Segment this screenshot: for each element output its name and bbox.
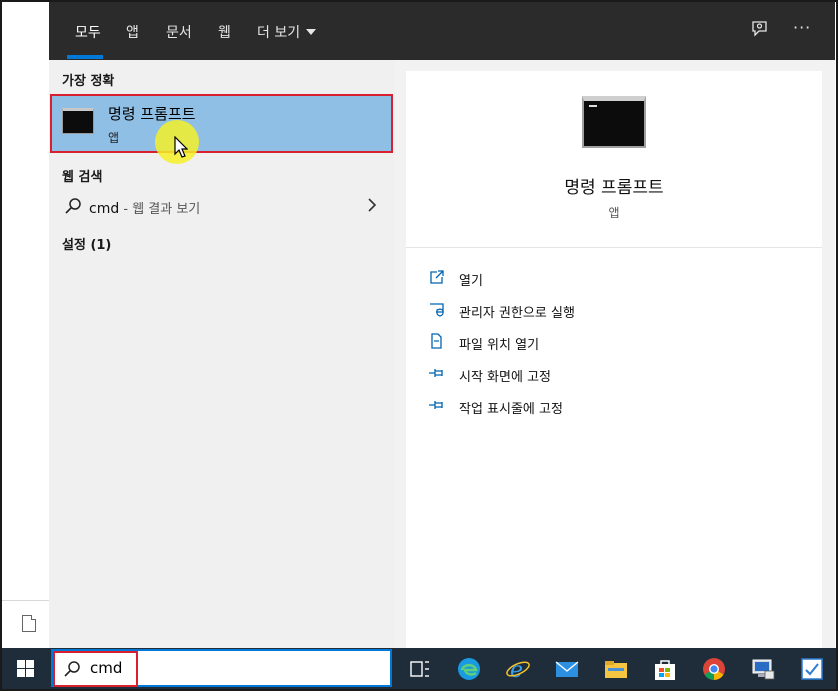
pin-icon [428, 396, 446, 414]
action-pin-to-taskbar-label: 작업 표시줄에 고정 [459, 402, 563, 417]
pin-icon [428, 364, 446, 382]
action-pin-to-start-label: 시작 화면에 고정 [459, 370, 551, 385]
start-button[interactable] [2, 648, 50, 689]
app-icon[interactable] [799, 656, 825, 682]
tab-web[interactable]: 웹 [218, 22, 231, 42]
windows-logo-icon [17, 660, 34, 677]
taskbar: e [2, 648, 836, 689]
action-open-label: 열기 [459, 274, 483, 289]
svg-text:e: e [510, 658, 523, 682]
divider [2, 600, 49, 601]
desktop-background [2, 2, 49, 648]
active-tab-indicator [67, 55, 103, 59]
search-tabs-bar: 모두 앱 문서 웹 더 보기 ··· [49, 2, 835, 60]
detail-header: 명령 프롬프트 앱 [406, 71, 822, 248]
command-prompt-icon [62, 108, 94, 134]
action-open-file-location-label: 파일 위치 열기 [459, 338, 540, 353]
command-prompt-large-icon [582, 96, 646, 148]
search-icon [63, 660, 81, 682]
search-icon [64, 197, 82, 219]
action-run-as-admin-label: 관리자 권한으로 실행 [459, 306, 575, 321]
web-result-suffix: - 웹 결과 보기 [119, 202, 201, 217]
tab-apps[interactable]: 앱 [126, 22, 139, 42]
detail-title: 명령 프롬프트 [564, 178, 664, 198]
chrome-icon[interactable] [701, 656, 727, 682]
more-options-icon[interactable]: ··· [793, 18, 811, 37]
file-explorer-icon[interactable] [603, 656, 629, 682]
chevron-right-icon [367, 197, 377, 217]
feedback-icon[interactable] [751, 20, 769, 42]
tab-all[interactable]: 모두 [75, 22, 101, 42]
taskbar-search-box[interactable] [51, 649, 392, 687]
search-input[interactable] [90, 659, 370, 677]
best-match-heading: 가장 정확 [62, 74, 115, 89]
web-query: cmd [89, 201, 120, 217]
admin-shield-icon [428, 300, 446, 318]
web-search-heading: 웹 검색 [62, 170, 103, 185]
best-match-subtitle: 앱 [108, 131, 120, 145]
store-icon[interactable] [652, 656, 678, 682]
best-match-result[interactable]: 명령 프롬프트 앱 [50, 94, 393, 153]
mail-icon[interactable] [554, 656, 580, 682]
document-icon [22, 615, 36, 632]
network-icon[interactable] [750, 656, 776, 682]
tab-documents[interactable]: 문서 [166, 22, 192, 42]
ie-icon[interactable]: e [505, 656, 531, 683]
settings-heading[interactable]: 설정 (1) [62, 234, 111, 253]
mouse-cursor-icon [174, 135, 189, 162]
results-list: 가장 정확 명령 프롬프트 앱 웹 검색 cmd - 웹 결과 보기 설정 (1… [49, 60, 395, 648]
tab-more[interactable]: 더 보기 [257, 22, 317, 42]
task-view-icon[interactable] [407, 656, 433, 682]
open-icon [428, 268, 446, 286]
detail-pane: 명령 프롬프트 앱 열기 관리자 권한으로 실행 파일 위치 열기 시작 화면에… [406, 71, 822, 648]
web-search-result[interactable]: cmd - 웹 결과 보기 [49, 192, 395, 222]
edge-icon[interactable] [456, 656, 482, 682]
file-location-icon [428, 332, 446, 350]
tab-more-label: 더 보기 [257, 25, 301, 41]
start-search-panel: 모두 앱 문서 웹 더 보기 ··· 가장 정확 명령 프롬프트 앱 웹 검색 … [49, 2, 835, 648]
chevron-down-icon [306, 29, 317, 35]
detail-type: 앱 [608, 206, 620, 220]
